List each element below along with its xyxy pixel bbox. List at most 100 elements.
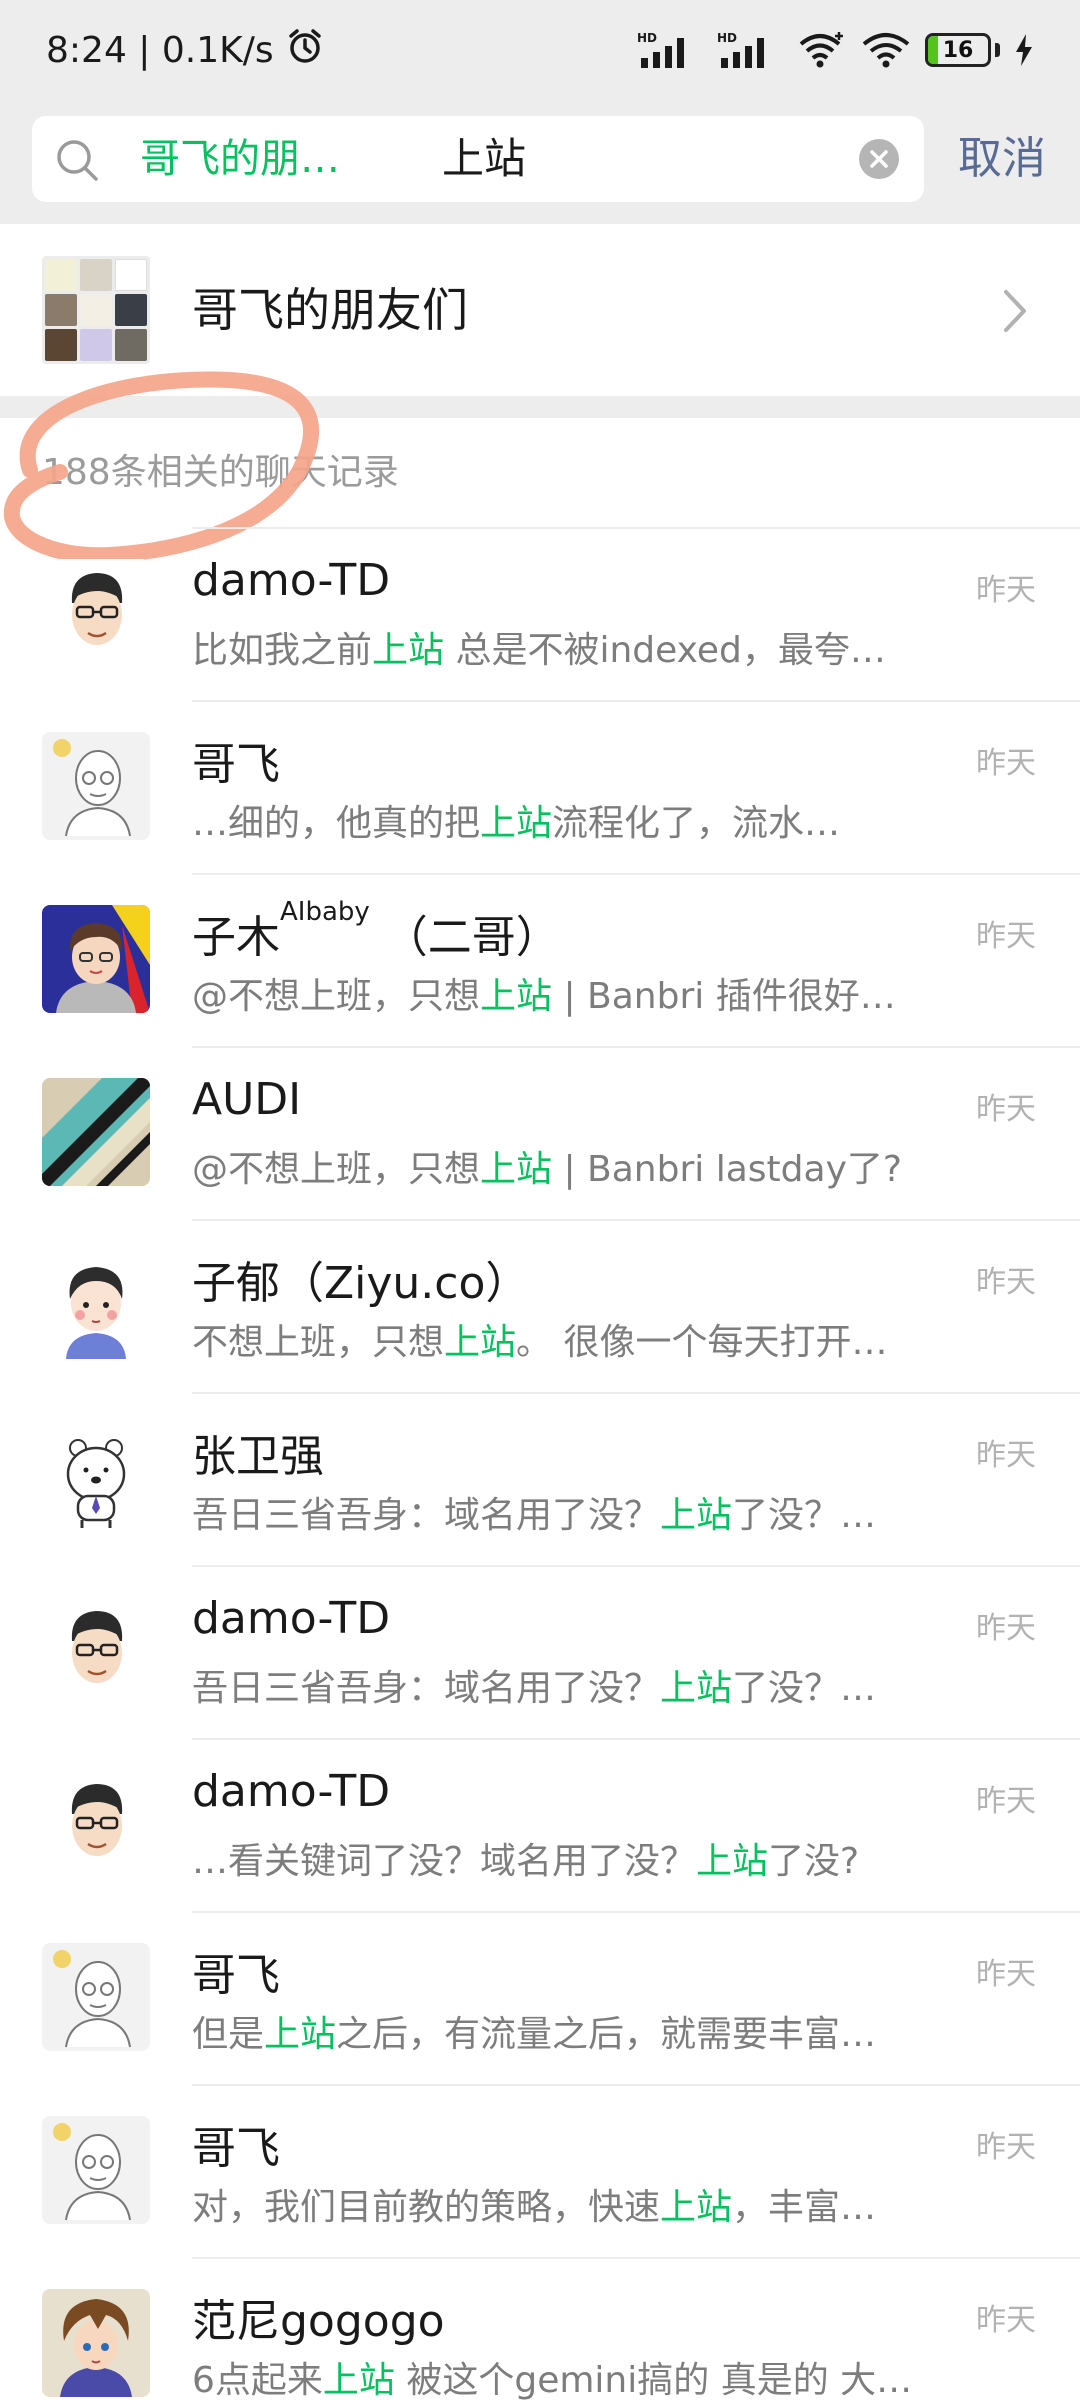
battery-icon: 16 (925, 33, 1000, 67)
snippet-text: 了没? (768, 1841, 860, 1882)
battery-level: 16 (942, 37, 974, 63)
snippet-text: 6点起来 (192, 2360, 323, 2400)
snippet-text: 总是不被indexed，最夸… (444, 630, 886, 671)
snippet-keyword-highlight: 上站 (480, 803, 553, 844)
message-snippet: @不想上班，只想上站 | Banbri lastday了? (192, 1140, 952, 1192)
alarm-icon (286, 27, 324, 74)
snippet-keyword-highlight: 上站 (322, 2360, 395, 2400)
sender-name-text: 张卫强 (192, 1431, 324, 1482)
snippet-text: 但是 (192, 2014, 265, 2055)
avatar (42, 1770, 150, 1878)
wifi-plus-icon (797, 30, 847, 70)
chat-record-row[interactable]: 子郁（Ziyu.co） 昨天 不想上班，只想上站。 很像一个每天打开… (0, 1219, 1080, 1392)
chat-record-row[interactable]: damo-TD 昨天 吾日三省吾身：域名用了没？上站了没？… (0, 1565, 1080, 1738)
chat-record-row[interactable]: 哥飞 昨天 但是上站之后，有流量之后，就需要丰富… (0, 1911, 1080, 2084)
avatar (42, 559, 150, 667)
hd-signal-icon: HD (637, 30, 703, 70)
section-divider (0, 396, 1080, 418)
clear-icon[interactable] (858, 138, 900, 184)
status-bar-left: 8:24 | 0.1K/s (46, 27, 324, 74)
avatar (42, 1424, 150, 1532)
sender-name-text: 哥飞 (192, 2123, 280, 2174)
avatar (42, 1943, 150, 2051)
sender-name-text: 哥飞 (192, 1950, 280, 2001)
snippet-keyword-highlight: 上站 (696, 1841, 769, 1882)
group-result-row[interactable]: 哥飞的朋友们 (0, 224, 1080, 396)
avatar (42, 2289, 150, 2397)
cancel-button[interactable]: 取消 (958, 116, 1046, 202)
message-time: 昨天 (976, 573, 1036, 608)
chat-record-row[interactable]: damo-TD 昨天 比如我之前上站 总是不被indexed，最夸… (0, 527, 1080, 700)
chat-record-row[interactable]: 张卫强 昨天 吾日三省吾身：域名用了没？上站了没？… (0, 1392, 1080, 1565)
search-group-tag[interactable]: 哥飞的朋… (140, 116, 340, 202)
hd-signal-icon: HD (717, 30, 783, 70)
message-time: 昨天 (976, 1092, 1036, 1127)
results-list: damo-TD 昨天 比如我之前上站 总是不被indexed，最夸… 哥飞 昨天 …细的，… (0, 527, 1080, 2400)
avatar (42, 905, 150, 1013)
sender-name-superscript: AIbaby (280, 897, 370, 927)
snippet-text: 。 很像一个每天打开… (516, 1322, 888, 1363)
sender-name: 子郁（Ziyu.co） (192, 1247, 529, 1311)
sender-name-text: damo-TD (192, 1593, 391, 1644)
sender-name: damo-TD (192, 1766, 390, 1817)
snippet-text: 吾日三省吾身：域名用了没？ (192, 1495, 661, 1536)
sender-name: 范尼gogogo (192, 2285, 445, 2349)
search-icon (54, 137, 100, 187)
snippet-keyword-highlight: 上站 (480, 976, 553, 1017)
sender-name-text: 子木 (192, 912, 280, 963)
sender-name-suffix: （二哥） (369, 912, 560, 963)
sender-name: 哥飞 (192, 2112, 280, 2176)
chat-record-row[interactable]: 哥飞 昨天 对，我们目前教的策略，快速上站，丰富… (0, 2084, 1080, 2257)
snippet-keyword-highlight: 上站 (444, 1322, 517, 1363)
chat-record-row[interactable]: 子木AIbaby （二哥） 昨天 @不想上班，只想上站 | Banbri 插件很好… (0, 873, 1080, 1046)
chat-record-row[interactable]: 哥飞 昨天 …细的，他真的把上站流程化了，流水… (0, 700, 1080, 873)
snippet-keyword-highlight: 上站 (264, 2014, 337, 2055)
group-name: 哥飞的朋友们 (192, 283, 468, 337)
chevron-right-icon (1000, 288, 1030, 338)
snippet-keyword-highlight: 上站 (660, 1495, 733, 1536)
message-time: 昨天 (976, 1438, 1036, 1473)
snippet-keyword-highlight: 上站 (660, 1668, 733, 1709)
sender-name-text: 子郁（Ziyu.co） (192, 1258, 530, 1309)
message-snippet: @不想上班，只想上站 | Banbri 插件很好… (192, 967, 952, 1019)
snippet-text: @不想上班，只想 (192, 976, 481, 1017)
avatar (42, 1078, 150, 1186)
message-time: 昨天 (976, 1957, 1036, 1992)
message-time: 昨天 (976, 746, 1036, 781)
avatar (42, 2116, 150, 2224)
message-snippet: …细的，他真的把上站流程化了，流水… (192, 794, 952, 846)
sender-name: 张卫强 (192, 1420, 324, 1484)
snippet-text: 对，我们目前教的策略，快速 (192, 2187, 661, 2228)
section-title: 188条相关的聊天记录 (42, 452, 399, 493)
chat-record-row[interactable]: AUDI 昨天 @不想上班，只想上站 | Banbri lastday了? (0, 1046, 1080, 1219)
search-box[interactable]: 哥飞的朋… 上站 (32, 116, 924, 202)
message-snippet: 吾日三省吾身：域名用了没？上站了没？… (192, 1486, 952, 1538)
snippet-text: 不想上班，只想 (192, 1322, 445, 1363)
snippet-text: 被这个gemini搞的 真是的 大… (394, 2360, 913, 2400)
snippet-text: …看关键词了没？域名用了没？ (192, 1841, 697, 1882)
snippet-text: ，丰富… (732, 2187, 877, 2228)
sender-name: 哥飞 (192, 728, 280, 792)
sender-name-text: damo-TD (192, 1766, 391, 1817)
charging-icon (1014, 33, 1034, 67)
sender-name-text: 范尼gogogo (192, 2296, 445, 2347)
message-time: 昨天 (976, 2130, 1036, 2165)
search-header: 哥飞的朋… 上站 取消 (0, 100, 1080, 224)
sender-name: 子木AIbaby （二哥） (192, 897, 560, 965)
chat-record-row[interactable]: damo-TD 昨天 …看关键词了没？域名用了没？上站了没? (0, 1738, 1080, 1911)
svg-text:HD: HD (637, 31, 657, 45)
wifi-icon (861, 30, 911, 70)
avatar (42, 1597, 150, 1705)
message-snippet: …看关键词了没？域名用了没？上站了没? (192, 1832, 952, 1884)
message-time: 昨天 (976, 2303, 1036, 2338)
avatar (42, 732, 150, 840)
chat-record-row[interactable]: 范尼gogogo 昨天 6点起来上站 被这个gemini搞的 真是的 大… (0, 2257, 1080, 2400)
message-snippet: 吾日三省吾身：域名用了没？上站了没？… (192, 1659, 952, 1711)
snippet-keyword-highlight: 上站 (480, 1149, 553, 1190)
sender-name: AUDI (192, 1074, 301, 1125)
snippet-text: 吾日三省吾身：域名用了没？ (192, 1668, 661, 1709)
status-bar-right: HD HD 16 (637, 30, 1034, 70)
avatar (42, 1251, 150, 1359)
snippet-text: 了没？… (732, 1495, 877, 1536)
search-input[interactable]: 上站 (442, 116, 526, 202)
